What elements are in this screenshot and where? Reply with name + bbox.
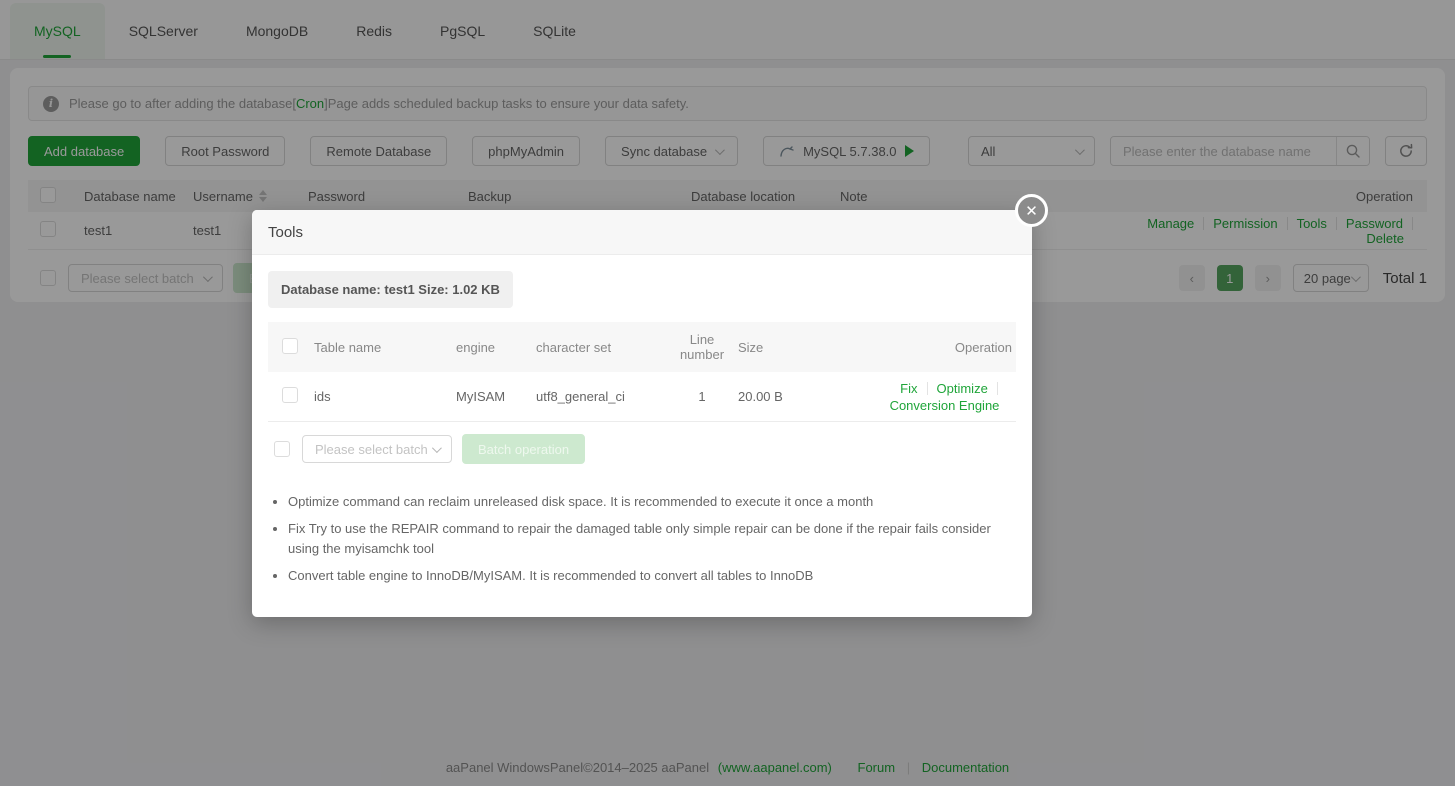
- col-line-number: Line number: [666, 332, 738, 362]
- cell-line-number: 1: [666, 389, 738, 404]
- database-summary-badge: Database name: test1 Size: 1.02 KB: [268, 271, 513, 308]
- col-table-name: Table name: [314, 340, 456, 355]
- close-button[interactable]: ✕: [1015, 194, 1048, 227]
- tools-notes: Optimize command can reclaim unreleased …: [288, 492, 1016, 586]
- note-fix: Fix Try to use the REPAIR command to rep…: [288, 519, 1013, 559]
- batch-select[interactable]: Please select batch: [302, 435, 452, 463]
- batch-operation-button[interactable]: Batch operation: [462, 434, 585, 464]
- col-engine: engine: [456, 340, 536, 355]
- dialog-title: Tools: [268, 224, 303, 241]
- conversion-engine-link[interactable]: Conversion Engine: [881, 399, 1009, 412]
- dialog-body: Database name: test1 Size: 1.02 KB Table…: [252, 255, 1032, 617]
- col-size: Size: [738, 340, 826, 355]
- fix-link[interactable]: Fix: [891, 382, 927, 395]
- cell-operation: FixOptimize Conversion Engine: [826, 380, 1016, 414]
- tools-table: Table name engine character set Line num…: [268, 322, 1016, 422]
- modal-batch-row: Please select batch Batch operation: [268, 434, 1016, 464]
- table-row: ids MyISAM utf8_general_ci 1 20.00 B Fix…: [268, 372, 1016, 422]
- chevron-down-icon: [432, 443, 442, 453]
- cell-engine: MyISAM: [456, 389, 536, 404]
- cell-size: 20.00 B: [738, 389, 826, 404]
- batch-checkbox[interactable]: [274, 441, 290, 457]
- note-optimize: Optimize command can reclaim unreleased …: [288, 492, 1013, 512]
- close-icon: ✕: [1025, 202, 1038, 220]
- col-character-set: character set: [536, 340, 666, 355]
- note-convert: Convert table engine to InnoDB/MyISAM. I…: [288, 566, 1013, 586]
- select-all-checkbox[interactable]: [282, 338, 298, 354]
- cell-character-set: utf8_general_ci: [536, 389, 666, 404]
- cell-table-name: ids: [314, 389, 456, 404]
- batch-select-placeholder: Please select batch: [315, 442, 428, 457]
- tools-table-header: Table name engine character set Line num…: [268, 322, 1016, 372]
- tools-dialog: ✕ Tools Database name: test1 Size: 1.02 …: [252, 210, 1032, 617]
- optimize-link[interactable]: Optimize: [928, 382, 998, 395]
- row-checkbox[interactable]: [282, 387, 298, 403]
- col-operation: Operation: [826, 340, 1016, 355]
- dialog-header: Tools: [252, 210, 1032, 255]
